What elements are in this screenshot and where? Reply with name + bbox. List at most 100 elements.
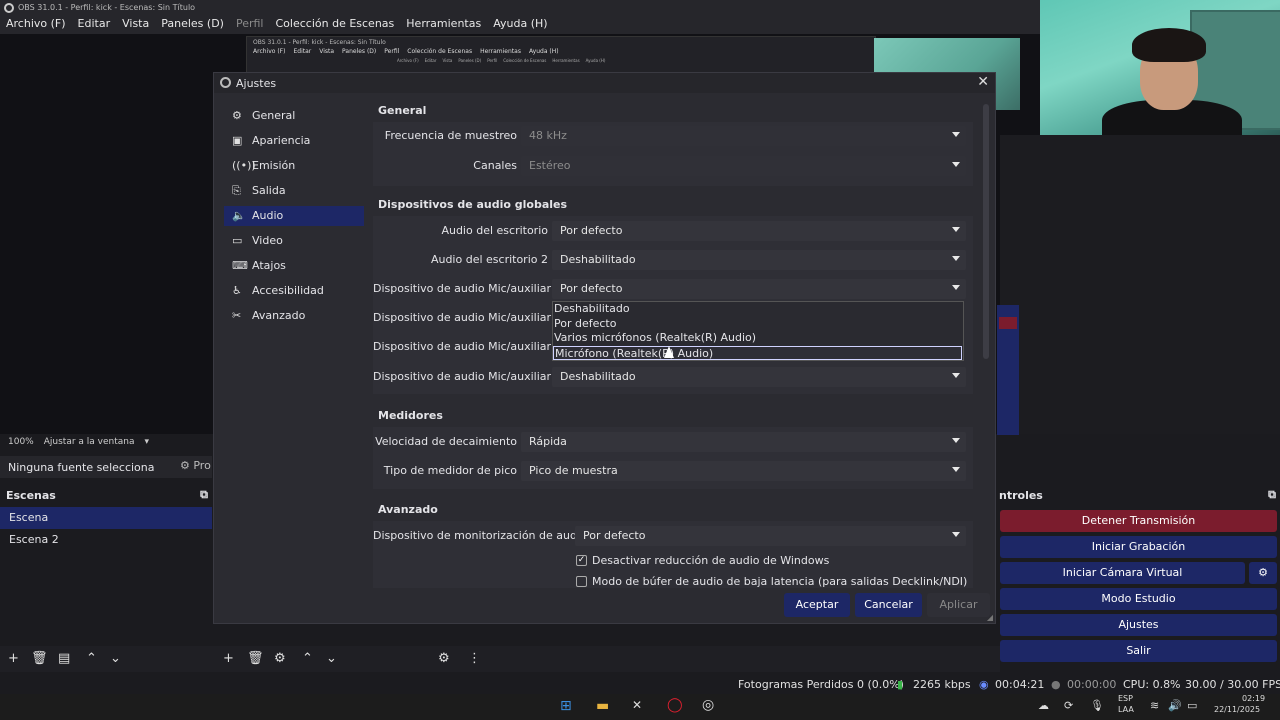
- menu-profile[interactable]: Perfil: [236, 16, 271, 34]
- nav-stream[interactable]: ((•)) Emisión: [224, 156, 364, 176]
- keyboard-icon: ⌨: [232, 259, 248, 272]
- desktop-audio-select[interactable]: Por defecto: [552, 221, 966, 241]
- gear-icon: ⚙: [232, 109, 242, 122]
- filters-icon[interactable]: ▤: [58, 651, 70, 666]
- nav-general[interactable]: ⚙ General: [224, 106, 364, 126]
- mic-aux-4-value: Deshabilitado: [560, 370, 636, 383]
- close-icon[interactable]: ✕: [977, 74, 989, 90]
- right-dock-strip: [997, 305, 1019, 435]
- start-recording-button[interactable]: Iniciar Grabación: [1000, 536, 1277, 558]
- source-gear-icon[interactable]: ⚙: [274, 651, 286, 666]
- volume-icon[interactable]: 🔊: [1168, 699, 1182, 712]
- mic-aux-3-label: Dispositivo de audio Mic/auxiliar 3: [373, 340, 562, 353]
- scene-item[interactable]: Escena: [0, 507, 212, 529]
- nav-accessibility[interactable]: ♿ Accesibilidad: [224, 281, 364, 301]
- channels-select[interactable]: Estéreo: [521, 156, 966, 176]
- decay-select[interactable]: Rápida: [521, 432, 966, 452]
- desktop-audio-2-select[interactable]: Deshabilitado: [552, 250, 966, 270]
- right-dock-area: [1000, 135, 1280, 434]
- scene-item[interactable]: Escena 2: [0, 529, 212, 551]
- nav-audio[interactable]: 🔈 Audio: [224, 206, 364, 226]
- scenes-title: Escenas: [6, 489, 56, 502]
- dropdown-option-selected[interactable]: Micrófono (Realtek(R) Audio): [553, 346, 962, 360]
- desktop-audio-2-label: Audio del escritorio 2: [430, 253, 548, 266]
- chevron-down-icon[interactable]: ▾: [144, 437, 149, 447]
- lang-layout[interactable]: LAA: [1118, 705, 1134, 714]
- exit-button[interactable]: Salir: [1000, 640, 1277, 662]
- add-source-icon[interactable]: +: [223, 651, 234, 666]
- mic-aux-select[interactable]: Por defecto: [552, 279, 966, 299]
- remove-source-icon[interactable]: 🗑: [247, 651, 264, 666]
- sample-rate-select[interactable]: 48 kHz: [521, 126, 966, 146]
- wifi-icon[interactable]: ≋: [1150, 699, 1159, 712]
- menu-edit[interactable]: Editar: [78, 16, 118, 34]
- menu-docks[interactable]: Paneles (D): [161, 16, 231, 34]
- signal-icon: ▮: [897, 678, 904, 691]
- app-icon[interactable]: ✕: [632, 698, 642, 712]
- windows-start-icon[interactable]: ⊞: [560, 698, 572, 714]
- settings-scrollbar[interactable]: [983, 104, 989, 584]
- dropdown-option[interactable]: Por defecto: [553, 317, 962, 331]
- cancel-button[interactable]: Cancelar: [855, 593, 922, 617]
- mic-aux-4-select[interactable]: Deshabilitado: [552, 367, 966, 387]
- decay-value: Rápida: [529, 435, 567, 448]
- apply-button[interactable]: Aplicar: [927, 593, 990, 617]
- undock-icon[interactable]: ⧉: [1268, 488, 1276, 502]
- dropdown-option[interactable]: Deshabilitado: [553, 302, 962, 316]
- cloud-icon[interactable]: ☁: [1038, 699, 1049, 712]
- add-scene-icon[interactable]: +: [8, 651, 19, 666]
- ducking-checkbox[interactable]: ✓: [576, 555, 587, 566]
- source-up-icon[interactable]: ⌃: [302, 651, 313, 666]
- clock-date[interactable]: 22/11/2025: [1214, 705, 1260, 714]
- move-down-icon[interactable]: ⌄: [110, 651, 121, 666]
- clock-time[interactable]: 02:19: [1242, 694, 1265, 703]
- more-icon[interactable]: ⋮: [468, 651, 481, 666]
- nav-hotkeys[interactable]: ⌨ Atajos: [224, 256, 364, 276]
- tray-icon[interactable]: ⟳: [1064, 699, 1073, 712]
- virtual-cam-gear-icon[interactable]: ⚙: [1249, 562, 1277, 584]
- menu-view[interactable]: Vista: [122, 16, 156, 34]
- undock-icon[interactable]: ⧉: [200, 488, 208, 502]
- channels-value: Estéreo: [529, 159, 571, 172]
- studio-mode-button[interactable]: Modo Estudio: [1000, 588, 1277, 610]
- scrollbar-thumb[interactable]: [983, 104, 989, 359]
- nav-advanced[interactable]: ✂ Avanzado: [224, 306, 364, 326]
- webcam-person-hair: [1132, 28, 1206, 62]
- lang-code[interactable]: ESP: [1118, 694, 1133, 703]
- mixer-settings-icon[interactable]: ⚙: [438, 651, 450, 666]
- menu-file[interactable]: Archivo (F): [6, 16, 73, 34]
- peak-select[interactable]: Pico de muestra: [521, 461, 966, 481]
- nav-video[interactable]: ▭ Video: [224, 231, 364, 251]
- start-virtual-cam-button[interactable]: Iniciar Cámara Virtual: [1000, 562, 1245, 584]
- ok-button[interactable]: Aceptar: [784, 593, 850, 617]
- obs-logo-icon: [220, 77, 231, 88]
- scenes-dock-header: Escenas ⧉: [0, 486, 212, 506]
- menu-scene-collection[interactable]: Colección de Escenas: [276, 16, 402, 34]
- monitor-label: Dispositivo de monitorización de audio: [373, 529, 587, 542]
- resize-grip-icon[interactable]: ◢: [987, 613, 993, 622]
- properties-button[interactable]: ⚙ Pro: [180, 459, 211, 472]
- file-explorer-icon[interactable]: ▬: [596, 698, 609, 714]
- channels-label: Canales: [473, 159, 517, 172]
- opera-icon[interactable]: ◯: [667, 697, 683, 713]
- menu-help[interactable]: Ayuda (H): [493, 16, 554, 34]
- battery-icon[interactable]: ▭: [1187, 699, 1197, 712]
- remove-scene-icon[interactable]: 🗑: [31, 651, 48, 666]
- menu-tools[interactable]: Herramientas: [406, 16, 488, 34]
- obs-taskbar-icon[interactable]: ◎: [702, 697, 714, 713]
- source-down-icon[interactable]: ⌄: [326, 651, 337, 666]
- dropdown-option[interactable]: Varios micrófonos (Realtek(R) Audio): [553, 331, 962, 345]
- dock-toolbar: + 🗑 ▤ ⌃ ⌄ + 🗑 ⚙ ⌃ ⌄ ⚙ ⋮: [0, 646, 1000, 672]
- stop-stream-button[interactable]: Detener Transmisión: [1000, 510, 1277, 532]
- mirror-sub-item: Vista: [442, 58, 453, 63]
- low-latency-checkbox[interactable]: [576, 576, 587, 587]
- monitor-select[interactable]: Por defecto: [575, 526, 966, 546]
- settings-button[interactable]: Ajustes: [1000, 614, 1277, 636]
- nav-appearance[interactable]: ▣ Apariencia: [224, 131, 364, 151]
- move-up-icon[interactable]: ⌃: [86, 651, 97, 666]
- section-advanced: Avanzado: [378, 503, 438, 516]
- mirror-sub-item: Herramientas: [552, 58, 580, 63]
- zoom-fit-select[interactable]: Ajustar a la ventana: [44, 437, 135, 447]
- mic-icon[interactable]: 🎙: [1090, 699, 1104, 712]
- nav-output[interactable]: ⎘ Salida: [224, 181, 364, 201]
